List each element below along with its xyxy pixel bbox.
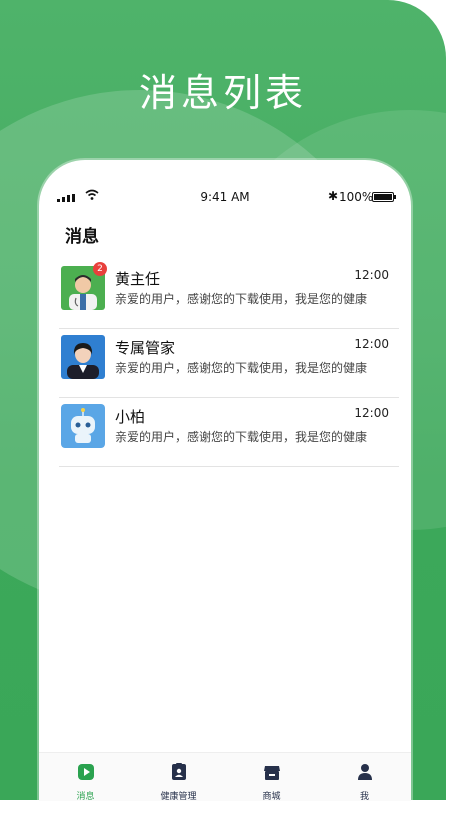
tab-me[interactable]: 我 <box>318 753 411 802</box>
conversation-time: 12:00 <box>354 406 389 420</box>
butler-avatar <box>61 335 105 379</box>
conversation-preview: 亲爱的用户，感谢您的下载使用，我是您的健康 <box>115 430 368 444</box>
conversation-list: 2 黄主任 12:00 亲爱的用户，感谢您的下载使用，我是您的健康 专属管家 1… <box>39 260 411 467</box>
tab-label: 商城 <box>262 792 281 802</box>
conversation-name: 黄主任 <box>115 270 161 288</box>
tab-health[interactable]: 健康管理 <box>132 753 225 802</box>
robot-avatar <box>61 404 105 448</box>
conversation-time: 12:00 <box>354 268 389 282</box>
unread-badge: 2 <box>93 262 107 276</box>
battery-icon <box>372 192 396 202</box>
conversation-item[interactable]: 专属管家 12:00 亲爱的用户，感谢您的下载使用，我是您的健康 <box>59 329 399 398</box>
user-icon <box>357 764 372 780</box>
conversation-item[interactable]: 小柏 12:00 亲爱的用户，感谢您的下载使用，我是您的健康 <box>59 398 399 467</box>
tab-bar: 消息 健康管理 商城 我 <box>39 752 411 802</box>
battery-percent: 100% <box>339 190 374 204</box>
conversation-preview: 亲爱的用户，感谢您的下载使用，我是您的健康 <box>115 292 368 306</box>
tab-label: 健康管理 <box>160 792 197 802</box>
conversation-name: 小柏 <box>115 408 146 426</box>
page-title: 消息 <box>65 227 99 247</box>
message-play-icon <box>77 764 94 780</box>
tab-store[interactable]: 商城 <box>225 753 318 802</box>
conversation-name: 专属管家 <box>115 339 176 357</box>
store-icon <box>263 766 280 780</box>
status-bar: 9:41 AM ✱ 100% <box>39 188 411 208</box>
conversation-preview: 亲爱的用户，感谢您的下载使用，我是您的健康 <box>115 361 368 375</box>
tab-label: 我 <box>359 792 369 802</box>
hero-title: 消息列表 <box>138 71 307 115</box>
phone-frame: 9:41 AM ✱ 100% 消息 2 黄主任 12:00 亲爱的用户，感谢您的… <box>39 160 411 820</box>
conversation-time: 12:00 <box>354 337 389 351</box>
health-badge-icon <box>171 763 186 780</box>
tab-messages[interactable]: 消息 <box>39 753 132 802</box>
conversation-item[interactable]: 2 黄主任 12:00 亲爱的用户，感谢您的下载使用，我是您的健康 <box>59 260 399 329</box>
bluetooth-icon: ✱ <box>328 189 339 203</box>
tab-label: 消息 <box>76 792 95 802</box>
